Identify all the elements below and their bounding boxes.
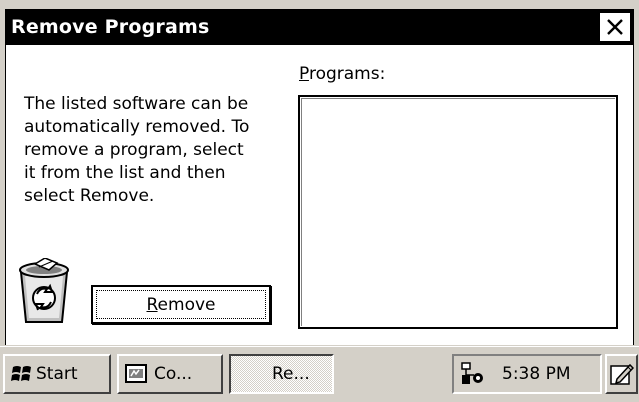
clock[interactable]: 5:38 PM (502, 364, 571, 384)
control-panel-icon (125, 364, 147, 383)
start-button[interactable]: Start (3, 354, 111, 394)
system-tray: 5:38 PM (452, 354, 602, 394)
start-label: Start (36, 364, 78, 384)
windows-logo-icon (11, 366, 31, 381)
remove-button-label: Remove (93, 295, 269, 315)
close-icon (607, 19, 623, 35)
taskbar-item-remove-programs[interactable]: Re... (229, 354, 334, 394)
title-bar: Remove Programs (5, 9, 634, 45)
taskbar: Start Co... Re... 5:38 PM (0, 346, 639, 402)
programs-label-mnemonic: P (299, 64, 309, 84)
input-panel-button[interactable] (605, 354, 638, 394)
recycle-bin-icon (19, 258, 69, 323)
screen: Remove Programs The listed software can … (0, 0, 639, 402)
programs-listbox[interactable] (298, 95, 618, 329)
taskbar-item-label: Re... (272, 364, 310, 384)
programs-label: Programs: (299, 64, 385, 84)
window-title: Remove Programs (11, 16, 210, 38)
remove-label-rest: emove (157, 295, 216, 315)
network-icon[interactable] (460, 362, 486, 386)
programs-list-content (301, 98, 615, 326)
instructions-text: The listed software can be automatically… (24, 94, 250, 206)
close-button[interactable] (599, 12, 631, 42)
remove-label-mnemonic: R (146, 295, 158, 315)
taskbar-item-control-panel[interactable]: Co... (117, 354, 223, 394)
programs-label-rest: rograms: (308, 64, 386, 84)
window-body: The listed software can be automatically… (5, 45, 634, 345)
pencil-icon (610, 363, 634, 385)
taskbar-item-label: Co... (154, 364, 193, 384)
remove-button[interactable]: Remove (91, 285, 271, 324)
